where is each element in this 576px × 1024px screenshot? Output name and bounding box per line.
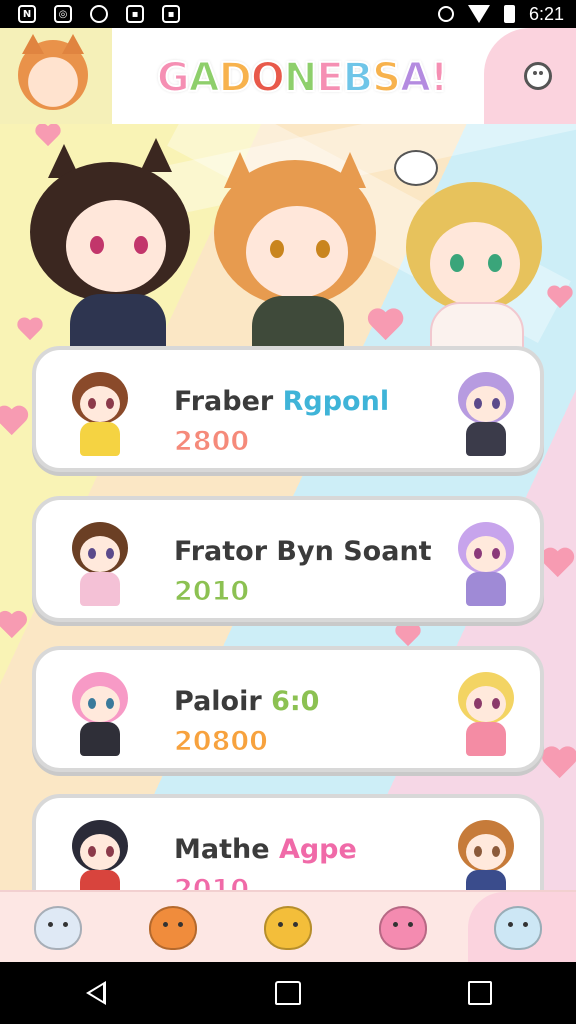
app-title-letter: O	[250, 54, 286, 102]
app-header: G A D O N E B S A!	[0, 28, 576, 124]
player-score: 20800	[174, 726, 269, 758]
recent-apps-icon	[468, 981, 492, 1005]
app-title-letter: G	[156, 54, 191, 102]
rival-avatar-icon	[442, 360, 528, 460]
app-title-letter: N	[283, 54, 319, 102]
bear-face-icon	[524, 62, 552, 90]
app-title-letter: !	[429, 54, 449, 102]
notification-icon: N	[18, 5, 36, 23]
leaderboard-card[interactable]: Frator Byn Soant 2010	[32, 496, 544, 622]
bottom-tab-bar	[0, 890, 576, 964]
back-button[interactable]	[72, 969, 120, 1017]
app-title-letter: S	[371, 54, 402, 102]
hero-character-dark-hair	[30, 138, 200, 364]
player-name: Fraber Rgponl	[174, 386, 389, 417]
player-name-part: Mathe	[174, 834, 279, 865]
app-title-letter: A	[399, 54, 432, 102]
status-bar: N ◎ ▪ ▪ 6:21	[0, 0, 576, 28]
sync-icon	[90, 5, 108, 23]
download-icon: ▪	[162, 5, 180, 23]
back-icon	[86, 981, 106, 1005]
alarm-icon	[437, 6, 454, 22]
heart-icon	[543, 747, 576, 781]
tab-friends[interactable]	[145, 900, 201, 956]
heart-icon	[542, 548, 576, 579]
player-name-part: Frator Byn Soant	[174, 536, 432, 567]
app-title-letter: A	[188, 54, 221, 102]
pink-bunny-icon	[379, 906, 428, 950]
player-name-part: Fraber	[174, 386, 283, 417]
player-name: Mathe Agpe	[174, 834, 357, 865]
rival-avatar-icon	[442, 660, 528, 760]
yellow-bear-icon	[263, 906, 312, 950]
recent-apps-button[interactable]	[456, 969, 504, 1017]
rival-avatar-icon	[442, 510, 528, 610]
player-avatar-icon	[56, 510, 142, 610]
player-name-part: 6:0	[271, 686, 320, 717]
player-name: Frator Byn Soant	[174, 536, 432, 567]
tab-home[interactable]	[30, 900, 86, 956]
player-name-part: Paloir	[174, 686, 272, 717]
cat-girl-avatar-icon[interactable]	[18, 34, 88, 110]
menu-button[interactable]	[518, 56, 558, 96]
home-button[interactable]	[264, 969, 312, 1017]
tab-profile[interactable]	[490, 900, 546, 956]
orange-bear-icon	[148, 906, 197, 950]
app-title-letter: B	[342, 54, 374, 102]
hero-character-orange-hair	[210, 132, 380, 356]
cloud-ghost-icon	[33, 906, 82, 950]
system-navigation-bar	[0, 962, 576, 1024]
blue-ghost-icon	[494, 906, 543, 950]
heart-icon	[0, 612, 29, 641]
heart-icon	[0, 406, 30, 437]
status-time: 6:21	[528, 3, 564, 24]
floating-mascot-icon	[394, 150, 438, 186]
status-bar-system-icons: 6:21	[437, 3, 576, 25]
home-icon	[275, 981, 301, 1005]
player-name-part: Agpe	[278, 834, 357, 865]
tab-play[interactable]	[260, 900, 316, 956]
player-avatar-icon	[56, 360, 142, 460]
hero-character-blonde-hair	[400, 182, 550, 356]
heart-icon	[396, 624, 422, 648]
player-avatar-icon	[56, 660, 142, 760]
app-title-letter: E	[315, 54, 344, 102]
player-score: 2800	[173, 426, 250, 458]
tab-shop[interactable]	[375, 900, 431, 956]
status-bar-notification-icons: N ◎ ▪ ▪	[0, 5, 180, 23]
heart-icon	[548, 286, 574, 310]
camera-icon: ◎	[54, 5, 72, 23]
app-title: G A D O N E B S A!	[146, 50, 458, 106]
wifi-icon	[467, 5, 490, 23]
leaderboard-card[interactable]: Fraber Rgponl 2800	[32, 346, 544, 472]
player-name-part: Rgponl	[282, 386, 390, 417]
player-score: 2010	[173, 576, 250, 608]
battery-icon	[503, 5, 515, 23]
player-name: Paloir 6:0	[174, 686, 319, 717]
leaderboard-card[interactable]: Paloir 6:0 20800	[32, 646, 544, 772]
download-icon: ▪	[126, 5, 144, 23]
app-title-letter: D	[218, 54, 253, 102]
